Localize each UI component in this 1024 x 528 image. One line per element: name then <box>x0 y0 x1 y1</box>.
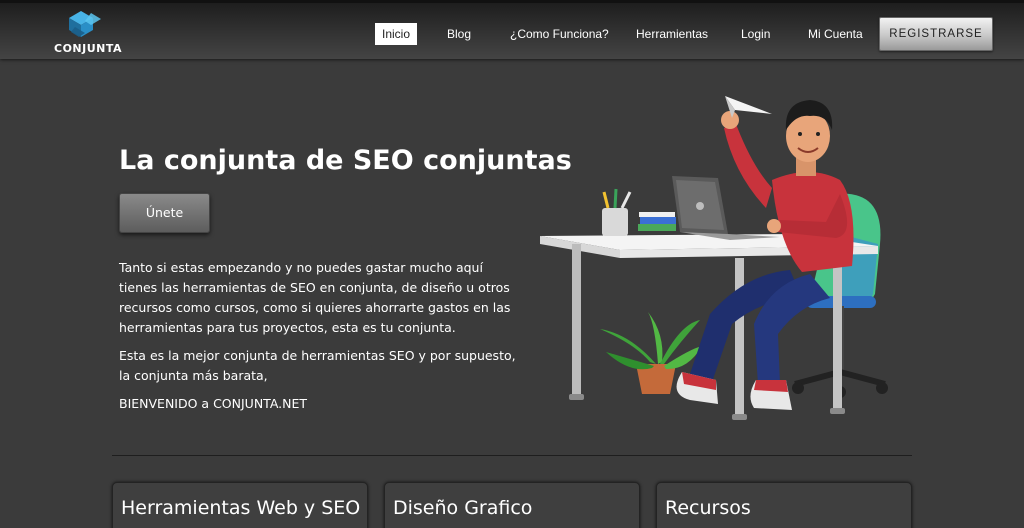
hero-description: Tanto si estas empezando y no puedes gas… <box>119 258 519 422</box>
hero-welcome: BIENVENIDO a CONJUNTA.NET <box>119 396 308 411</box>
register-button[interactable]: REGISTRARSE <box>879 17 993 51</box>
card-recursos[interactable]: Recursos <box>656 482 912 528</box>
nav-item-inicio[interactable]: Inicio <box>375 23 418 45</box>
hero-illustration <box>540 84 890 428</box>
card-title: Diseño Grafico <box>393 497 533 519</box>
logo-text: CONJUNTA <box>54 42 123 55</box>
nav-item-mi-cuenta[interactable]: Mi Cuenta <box>808 23 863 45</box>
hero-paragraph: Esta es la mejor conjunta de herramienta… <box>119 348 516 383</box>
logo[interactable]: CONJUNTA <box>54 9 123 57</box>
person-at-desk-illustration <box>540 96 888 420</box>
logo-cube-icon <box>69 11 101 37</box>
card-title: Herramientas Web y SEO <box>121 497 361 519</box>
hero-paragraph: Tanto si estas empezando y no puedes gas… <box>119 260 511 335</box>
card-title: Recursos <box>665 497 751 519</box>
section-divider <box>112 455 912 456</box>
nav-item-como-funciona[interactable]: ¿Como Funciona? <box>510 23 609 45</box>
card-diseno-grafico[interactable]: Diseño Grafico <box>384 482 640 528</box>
hero-title: La conjunta de SEO conjuntas <box>119 145 572 176</box>
card-herramientas[interactable]: Herramientas Web y SEO <box>112 482 368 528</box>
site-header: CONJUNTA Inicio Blog ¿Como Funciona? Her… <box>0 0 1024 59</box>
nav-item-blog[interactable]: Blog <box>447 23 471 45</box>
join-button[interactable]: Únete <box>119 193 210 233</box>
nav-item-login[interactable]: Login <box>741 23 770 45</box>
nav-item-herramientas[interactable]: Herramientas <box>636 23 708 45</box>
